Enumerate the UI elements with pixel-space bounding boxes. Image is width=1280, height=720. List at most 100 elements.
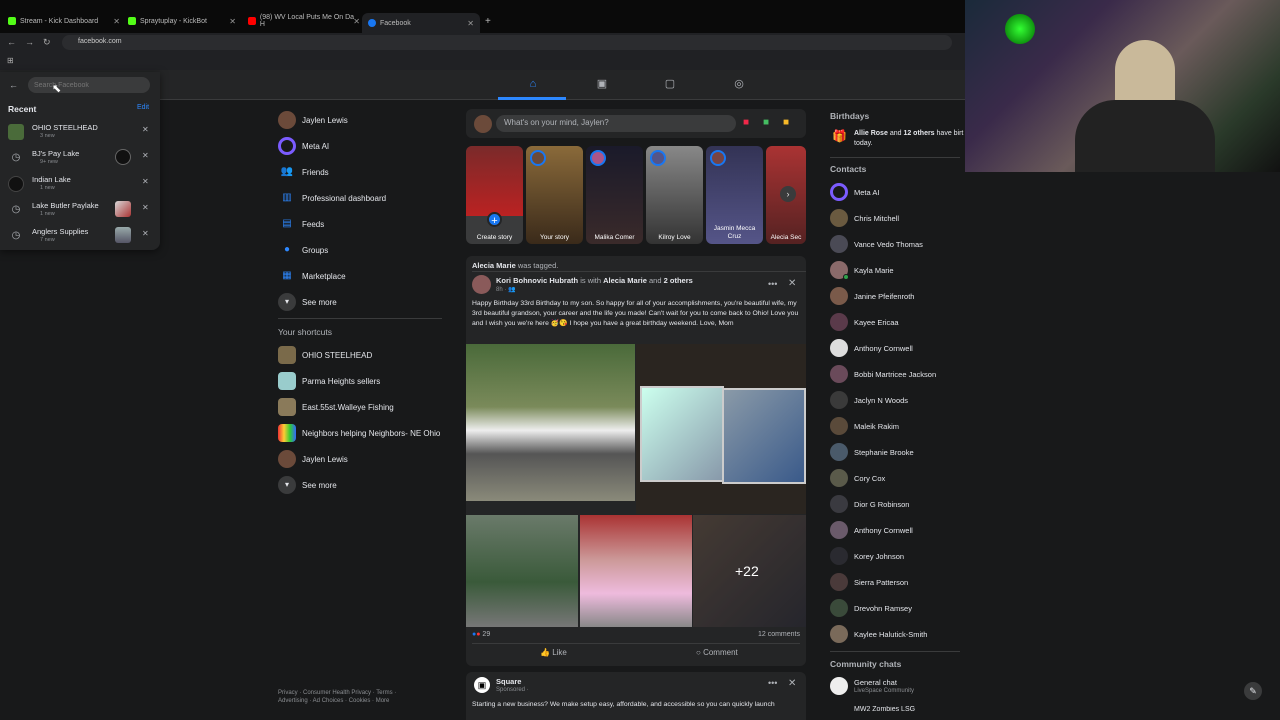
more-options-icon[interactable]: ••• (768, 678, 777, 688)
nav-marketplace[interactable]: ▦ Marketplace (278, 267, 448, 287)
close-tab-icon[interactable]: ✕ (229, 17, 236, 26)
nav-meta-ai[interactable]: Meta AI (278, 137, 448, 157)
remove-icon[interactable]: ✕ (142, 125, 149, 134)
community-chat-item-next[interactable]: MW2 Zombies LSG (854, 706, 915, 716)
like-button[interactable]: 👍 Like (540, 648, 567, 657)
contact-item[interactable]: Korey Johnson (830, 547, 970, 567)
shortcut-item[interactable]: East.55st.Walleye Fishing (278, 398, 448, 418)
browser-tab-kickbot[interactable]: Spraytuplay - KickBot ✕ (128, 11, 236, 31)
close-tab-icon[interactable]: ✕ (353, 17, 360, 26)
feeds-icon: ▤ (282, 218, 292, 229)
video-icon[interactable]: ▣ (595, 78, 609, 90)
remove-icon[interactable]: ✕ (142, 177, 149, 186)
search-input[interactable] (28, 77, 150, 93)
marketplace-icon[interactable]: ▢ (663, 78, 677, 90)
contact-item[interactable]: Janine Pfeifenroth (830, 287, 970, 307)
contact-item[interactable]: Stephanie Brooke (830, 443, 970, 463)
story-card[interactable]: Kilroy Love (646, 146, 703, 244)
contact-item[interactable]: Kayla Marie (830, 261, 970, 281)
recent-item[interactable]: ◷ BJ's Pay Lake 9+ new ✕ (8, 147, 156, 169)
nav-profile[interactable]: Jaylen Lewis (278, 111, 448, 131)
nav-feeds[interactable]: ▤ Feeds (278, 215, 448, 235)
browser-tab-youtube[interactable]: (98) WV Local Puts Me On Da H ✕ (248, 11, 360, 31)
contact-item[interactable]: Bobbi Martricee Jackson (830, 365, 970, 385)
search-back-icon[interactable]: ← (9, 80, 18, 90)
apps-grid-icon[interactable]: ⊞ (7, 56, 14, 65)
contact-item[interactable]: Dior G Robinson (830, 495, 970, 515)
post-time[interactable]: 8h · 👥 (496, 286, 516, 293)
browser-tab-facebook[interactable]: Facebook ✕ (362, 13, 480, 33)
nav-professional-dashboard[interactable]: ▥ Professional dashboard (278, 189, 448, 209)
chevron-right-icon[interactable]: › (780, 186, 796, 202)
contact-item[interactable]: Cory Cox (830, 469, 970, 489)
remove-icon[interactable]: ✕ (142, 229, 149, 238)
gaming-icon[interactable]: ◎ (732, 78, 746, 90)
contact-item[interactable]: Vance Vedo Thomas (830, 235, 970, 255)
sponsored-label: Sponsored · (496, 687, 529, 693)
contact-item[interactable]: Anthony Cornwell (830, 339, 970, 359)
contact-item[interactable]: Anthony Cornwell (830, 521, 970, 541)
shortcut-item[interactable]: Parma Heights sellers (278, 372, 448, 392)
nav-groups[interactable]: ● Groups (278, 241, 448, 261)
contact-item[interactable]: Chris Mitchell (830, 209, 970, 229)
reload-icon[interactable]: ↻ (43, 37, 51, 48)
contact-item[interactable]: Meta AI (830, 183, 970, 203)
close-icon[interactable]: ✕ (788, 678, 796, 689)
online-indicator (843, 274, 849, 280)
composer-input[interactable]: What's on your mind, Jaylen? (496, 115, 736, 132)
nav-see-more[interactable]: ▾ See more (278, 293, 448, 313)
more-options-icon[interactable]: ••• (768, 279, 777, 289)
remove-icon[interactable]: ✕ (142, 151, 149, 160)
avatar (710, 150, 726, 166)
new-message-icon[interactable]: ✎ (1244, 682, 1262, 700)
recent-item[interactable]: Indian Lake 1 new ✕ (8, 173, 156, 195)
home-icon[interactable]: ⌂ (526, 78, 540, 90)
shortcut-item[interactable]: Neighbors helping Neighbors- NE Ohio (278, 424, 458, 444)
contact-item[interactable]: Jaclyn N Woods (830, 391, 970, 411)
post-photo-baby[interactable] (636, 344, 806, 514)
contact-item[interactable]: Drevohn Ramsey (830, 599, 970, 619)
footer-links[interactable]: Privacy · Consumer Health Privacy · Term… (278, 689, 396, 705)
close-tab-icon[interactable]: ✕ (113, 17, 120, 26)
birthday-notice[interactable]: Allie Rose and 12 others have birt today… (854, 129, 966, 149)
close-tab-icon[interactable]: ✕ (467, 19, 474, 28)
story-card[interactable]: Jasmin Mecca Cruz (706, 146, 763, 244)
new-tab-button[interactable]: + (485, 11, 491, 31)
recent-item[interactable]: OHIO STEELHEAD 3 new ✕ (8, 121, 156, 143)
shortcuts-see-more[interactable]: ▾ See more (278, 476, 448, 496)
reactions-summary[interactable]: ●● 29 (472, 631, 490, 638)
contact-item[interactable]: Maleik Rakim (830, 417, 970, 437)
story-card[interactable]: Your story (526, 146, 583, 244)
neon-light (1005, 14, 1035, 44)
contact-item[interactable]: Sierra Patterson (830, 573, 970, 593)
comment-count[interactable]: 12 comments (758, 631, 800, 638)
forward-icon[interactable]: → (25, 37, 34, 47)
story-create[interactable]: + Create story (466, 146, 523, 244)
contact-item[interactable]: Kaylee Halutick-Smith (830, 625, 970, 645)
recent-item[interactable]: ◷ Anglers Supplies 7 new ✕ (8, 225, 156, 247)
back-icon[interactable]: ← (7, 37, 16, 47)
recent-item[interactable]: ◷ Lake Butler Paylake 1 new ✕ (8, 199, 156, 221)
browser-tab-kick-dashboard[interactable]: Stream - Kick Dashboard ✕ (8, 11, 120, 31)
story-card[interactable]: Malika Comer (586, 146, 643, 244)
live-video-icon[interactable]: ■ (743, 117, 749, 128)
shortcut-item[interactable]: Jaylen Lewis (278, 450, 448, 470)
community-chat-item[interactable]: General chat LiveSpace Community (830, 677, 970, 697)
post-photo-kids[interactable] (466, 515, 578, 627)
advertiser-name[interactable]: Square (496, 677, 521, 686)
photo-icon[interactable]: ■ (763, 117, 769, 128)
post-photo-more[interactable]: +22 (693, 515, 806, 627)
edit-link[interactable]: Edit (137, 104, 149, 111)
feeling-icon[interactable]: ■ (783, 117, 789, 128)
contact-item[interactable]: Kayee Ericaa (830, 313, 970, 333)
remove-icon[interactable]: ✕ (142, 203, 149, 212)
comment-button[interactable]: ○ Comment (696, 648, 738, 657)
stream-background (965, 172, 1280, 720)
chevron-down-icon: ▾ (278, 476, 296, 494)
close-icon[interactable]: ✕ (788, 278, 796, 289)
nav-friends[interactable]: 👥 Friends (278, 163, 448, 183)
post-photo-wedding[interactable] (466, 344, 635, 501)
shortcut-item[interactable]: OHIO STEELHEAD (278, 346, 448, 366)
url-field[interactable]: facebook.com (62, 35, 952, 50)
post-photo-hug[interactable] (580, 515, 692, 627)
